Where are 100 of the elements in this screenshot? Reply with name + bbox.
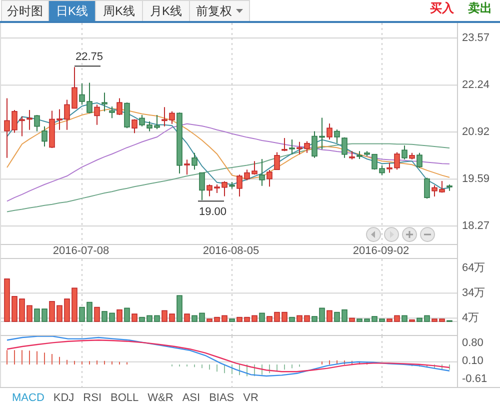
volume-bar (26, 305, 32, 322)
volume-bar (19, 298, 25, 322)
chart-tab[interactable]: 周K线 (95, 0, 143, 21)
macd-axis-label: 0.10 (462, 354, 484, 368)
indicator-tab[interactable]: ASI (182, 392, 200, 404)
volume-bar (416, 318, 422, 322)
candlestick (199, 172, 205, 201)
candlestick (266, 169, 272, 188)
candlestick (326, 122, 332, 140)
volume-bar (102, 311, 108, 322)
candlestick (424, 177, 430, 200)
volume-bar (162, 310, 168, 322)
indicator-tab[interactable]: VR (243, 392, 258, 404)
scroll-right-button[interactable] (384, 227, 399, 242)
leader-line (198, 200, 224, 202)
volume-bar (214, 316, 220, 322)
volume-bar (146, 315, 152, 322)
candlestick (296, 141, 302, 155)
candlestick (334, 129, 340, 144)
price-axis-label: 22.24 (462, 78, 490, 92)
volume-axis-label: 64万 (462, 261, 486, 276)
indicator-tab[interactable]: BIAS (209, 392, 234, 404)
candlestick (109, 106, 115, 119)
volume-bar (199, 312, 205, 322)
volume-bar (372, 316, 378, 322)
volume-bar (116, 309, 122, 322)
price-axis-label: 19.59 (462, 172, 490, 186)
candlestick (79, 82, 85, 106)
zoom-in-button[interactable] (402, 227, 417, 242)
adjustment-dropdown[interactable]: 前复权 (189, 0, 250, 21)
chart-tab[interactable]: 月K线 (142, 0, 190, 21)
scroll-left-button[interactable] (366, 227, 381, 242)
low-price-label: 19.00 (199, 206, 227, 218)
candlestick (312, 130, 318, 158)
volume-axis-label: 34万 (462, 286, 486, 300)
volume-bar (42, 308, 48, 322)
volume-bar (184, 314, 190, 322)
candlestick (206, 184, 212, 197)
candlestick (56, 108, 62, 130)
date-axis-label: 2016-07-08 (52, 245, 110, 258)
volume-bar (266, 316, 272, 322)
volume-bar (312, 316, 318, 322)
indicator-tab[interactable]: RSI (83, 392, 102, 404)
volume-bar (282, 312, 288, 322)
zoom-out-button[interactable] (420, 227, 435, 242)
candlestick (26, 110, 32, 130)
volume-bar (72, 288, 78, 322)
candlestick (86, 82, 92, 114)
candlestick (364, 150, 370, 157)
candlestick (94, 104, 100, 126)
volume-bar (356, 318, 362, 322)
candlestick (102, 92, 108, 112)
volume-bar (402, 315, 408, 322)
macd-axis-label: -0.61 (462, 372, 488, 386)
triangle-left-icon (369, 230, 378, 239)
volume-bar (206, 318, 212, 322)
candlestick (146, 120, 152, 132)
candlestick (282, 138, 288, 152)
indicator-tab[interactable]: W&R (148, 392, 174, 404)
volume-axis-label: 4万 (462, 311, 480, 326)
volume-bar (124, 308, 130, 322)
candlestick (12, 110, 18, 134)
caret-icon (236, 9, 243, 13)
candlestick (19, 116, 25, 137)
triangle-right-icon (387, 230, 396, 239)
volume-bar (334, 312, 340, 322)
volume-bar (259, 312, 265, 322)
candlestick (446, 184, 452, 192)
price-axis-label: 20.92 (462, 125, 490, 139)
candlestick (259, 158, 265, 186)
candlestick (244, 169, 250, 181)
candlestick (124, 102, 130, 129)
volume-bar (349, 318, 355, 322)
volume-bar (394, 315, 400, 322)
volume-bar (49, 301, 55, 322)
volume-bar (304, 315, 310, 322)
chart-tab[interactable]: 分时图 (1, 0, 49, 21)
candlestick (4, 98, 10, 158)
volume-bar (4, 278, 10, 322)
candlestick (176, 112, 182, 174)
volume-bar (379, 318, 385, 322)
volume-bar (109, 312, 115, 322)
buy-button[interactable]: 买入 (424, 0, 462, 21)
indicator-tab[interactable]: KDJ (53, 392, 74, 404)
volume-bar (169, 314, 175, 322)
indicator-tab[interactable]: BOLL (110, 392, 139, 404)
candlestick (222, 180, 228, 197)
volume-bar (154, 315, 160, 322)
chart-tab[interactable]: 日K线 (48, 0, 96, 21)
candlestick (139, 114, 145, 127)
candlestick (116, 98, 122, 116)
candlestick (274, 152, 280, 170)
sell-button[interactable]: 卖出 (462, 0, 500, 21)
volume-bar (319, 308, 325, 322)
date-axis-label: 2016-08-05 (202, 245, 260, 258)
candlestick (214, 184, 220, 194)
candlestick (372, 154, 378, 170)
volume-bar (139, 316, 145, 322)
volume-bar (229, 318, 235, 322)
leader-line (74, 66, 101, 67)
